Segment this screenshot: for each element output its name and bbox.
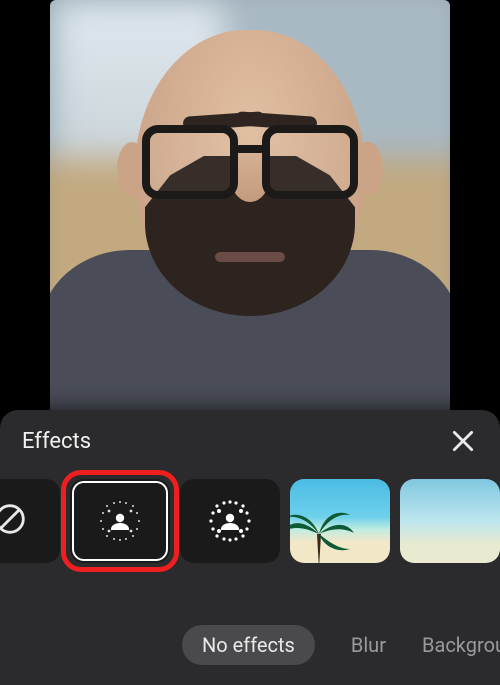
effects-title: Effects (22, 429, 91, 454)
blur-icon (205, 496, 255, 546)
close-button[interactable] (448, 426, 478, 456)
slight-blur-icon (95, 496, 145, 546)
no-effect-tile[interactable] (0, 479, 60, 563)
category-blur[interactable]: Blur (351, 633, 386, 657)
close-icon (450, 428, 476, 454)
blur-tile[interactable] (180, 479, 280, 563)
no-effect-icon (0, 500, 29, 542)
palm-icon (290, 499, 354, 563)
effects-tiles-row[interactable] (0, 466, 500, 576)
effects-sheet: Effects (0, 410, 500, 685)
person-silhouette (70, 10, 430, 430)
video-preview (50, 0, 450, 430)
background-beach-2-tile[interactable] (400, 479, 500, 563)
effects-categories[interactable]: No effects Blur Backgrounds (0, 625, 500, 665)
background-beach-tile[interactable] (290, 479, 390, 563)
effects-sheet-header: Effects (0, 410, 500, 466)
category-no-effects[interactable]: No effects (182, 625, 315, 665)
category-backgrounds[interactable]: Backgrounds (422, 633, 500, 657)
slight-blur-tile[interactable] (70, 479, 170, 563)
